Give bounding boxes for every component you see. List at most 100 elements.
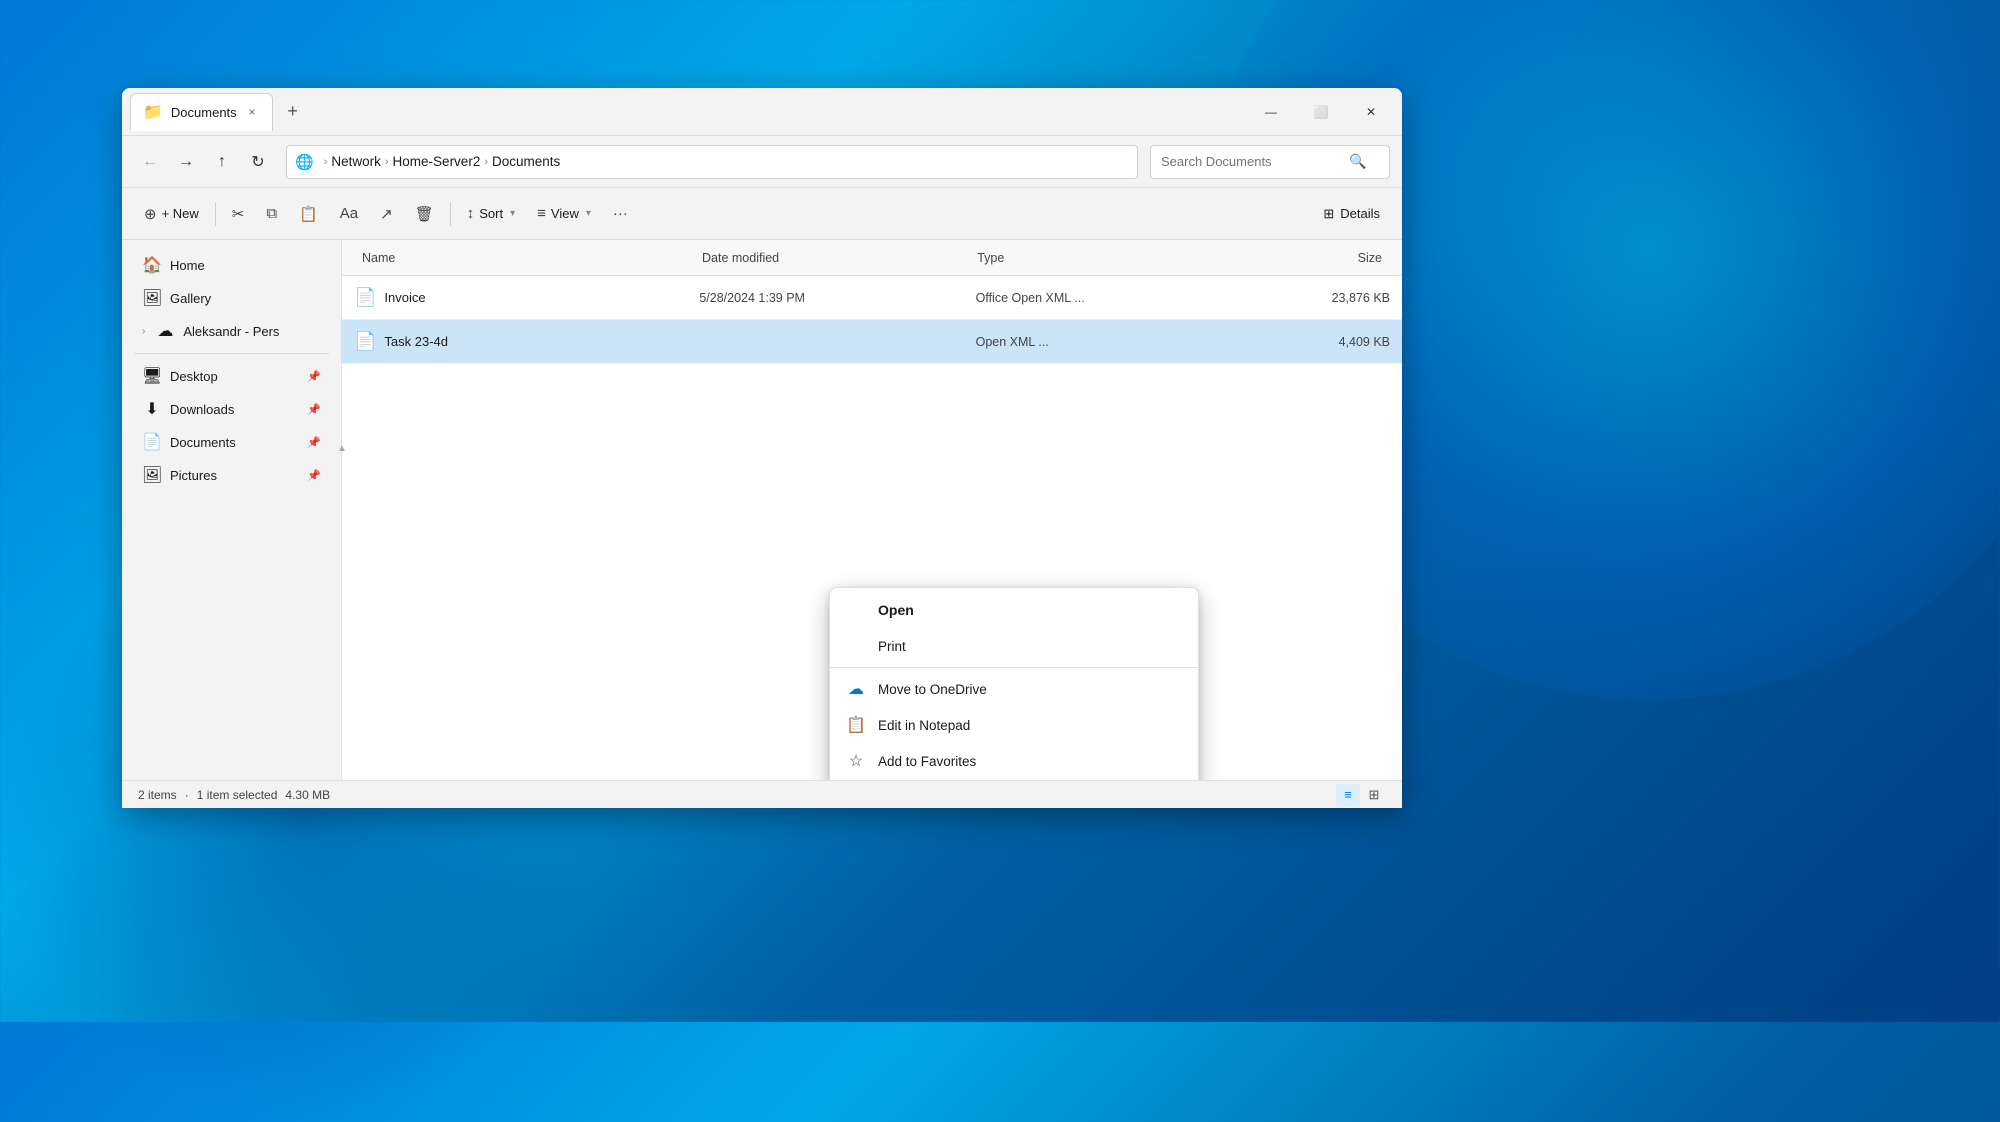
delete-button[interactable]: 🗑: [405, 197, 444, 231]
minimize-button[interactable]: —: [1248, 96, 1294, 128]
col-header-name[interactable]: Name: [354, 251, 694, 265]
new-button[interactable]: ⊕ + New: [134, 197, 209, 231]
file-row-invoice[interactable]: 📄 Invoice 5/28/2024 1:39 PM Office Open …: [342, 276, 1402, 320]
ctx-divider-1: [830, 667, 1198, 668]
address-chevron-1: ›: [385, 156, 389, 168]
sidebar-documents-label: Documents: [170, 435, 236, 450]
address-folder[interactable]: Documents: [492, 154, 560, 169]
new-tab-button[interactable]: +: [277, 96, 309, 128]
address-server[interactable]: Home-Server2: [393, 154, 481, 169]
copy-button[interactable]: ⧉: [256, 197, 287, 231]
sidebar-home-label: Home: [170, 258, 205, 273]
sidebar-item-desktop[interactable]: 🖥 Desktop 📌: [126, 360, 337, 392]
status-selection: 1 item selected: [197, 788, 278, 802]
file-col-name-task: 📄 Task 23-4d: [354, 331, 699, 352]
command-bar: ⊕ + New ✂ ⧉ 📋 Aa ↗ 🗑 ↕ Sort ▾ ≡ View: [122, 188, 1402, 240]
file-icon-invoice: 📄: [354, 287, 376, 308]
expand-arrow-icon: ›: [142, 326, 145, 337]
tab-folder-icon: 📁: [143, 102, 163, 122]
share-button[interactable]: ↗: [370, 197, 403, 231]
address-chevron-2: ›: [484, 156, 488, 168]
file-name-task: Task 23-4d: [384, 334, 448, 349]
col-header-date[interactable]: Date modified: [694, 251, 969, 265]
pictures-icon: 🖼: [142, 465, 162, 485]
ctx-open[interactable]: Open: [830, 592, 1198, 628]
view-grid-button[interactable]: ⊞: [1362, 784, 1386, 806]
file-list: Name Date modified Type Size 📄 Invoice 5…: [342, 240, 1402, 780]
ctx-onedrive[interactable]: ☁ Move to OneDrive: [830, 671, 1198, 707]
ctx-defender[interactable]: 🛡 Scan with Microsoft Defender...: [830, 779, 1198, 780]
file-row-task[interactable]: 📄 Task 23-4d Open XML ... 4,409 KB: [342, 320, 1402, 364]
paste-icon: 📋: [299, 205, 318, 223]
sidebar-onedrive-label: Aleksandr - Pers: [183, 324, 279, 339]
downloads-icon: ⬇: [142, 399, 162, 419]
maximize-button[interactable]: ⬜: [1298, 96, 1344, 128]
sidebar-item-documents[interactable]: 📄 Documents 📌: [126, 426, 337, 458]
ctx-favorites-icon: ☆: [846, 751, 866, 771]
sidebar-item-pictures[interactable]: 🖼 Pictures 📌: [126, 459, 337, 491]
details-button[interactable]: ⊞ Details: [1313, 200, 1390, 228]
ctx-onedrive-label: Move to OneDrive: [878, 682, 987, 697]
details-label: Details: [1340, 206, 1380, 221]
tab-close-button[interactable]: ×: [245, 103, 260, 121]
sidebar-desktop-label: Desktop: [170, 369, 218, 384]
gallery-icon: 🖼: [142, 288, 162, 308]
ctx-notepad[interactable]: 📋 Edit in Notepad: [830, 707, 1198, 743]
sidebar-item-gallery[interactable]: 🖼 Gallery: [126, 282, 337, 314]
status-item-count: 2 items: [138, 788, 177, 802]
new-icon: ⊕: [144, 205, 157, 223]
view-list-button[interactable]: ≡: [1336, 784, 1360, 806]
forward-button[interactable]: →: [170, 146, 202, 178]
cut-button[interactable]: ✂: [222, 197, 255, 231]
view-toggle: ≡ ⊞: [1336, 784, 1386, 806]
address-chevron-0: ›: [324, 156, 328, 168]
file-name-invoice: Invoice: [384, 290, 425, 305]
more-button[interactable]: ···: [603, 197, 638, 231]
up-button[interactable]: ↑: [206, 146, 238, 178]
cmd-separator-1: [215, 202, 216, 226]
sort-label: Sort: [479, 206, 503, 221]
tab-documents[interactable]: 📁 Documents ×: [130, 93, 273, 131]
sidebar-item-downloads[interactable]: ⬇ Downloads 📌: [126, 393, 337, 425]
ctx-favorites[interactable]: ☆ Add to Favorites: [830, 743, 1198, 779]
ctx-notepad-icon: 📋: [846, 715, 866, 735]
sidebar-collapse-handle[interactable]: ▲: [338, 240, 346, 780]
ctx-open-label: Open: [878, 602, 914, 618]
context-menu: Open Print ☁ Move to OneDrive 📋 Edit in …: [829, 587, 1199, 780]
search-input[interactable]: [1161, 154, 1341, 169]
sidebar-divider: [134, 353, 329, 354]
desktop-pin-icon: 📌: [307, 370, 321, 383]
tab-area: 📁 Documents × +: [130, 93, 1248, 131]
downloads-pin-icon: 📌: [307, 403, 321, 416]
home-icon: 🏠: [142, 255, 162, 275]
new-label: + New: [162, 206, 199, 221]
desktop-icon: 🖥: [142, 366, 162, 386]
col-header-type[interactable]: Type: [969, 251, 1244, 265]
window-controls: — ⬜ ✕: [1248, 96, 1394, 128]
more-icon: ···: [613, 205, 628, 222]
search-icon[interactable]: 🔍: [1349, 153, 1366, 170]
details-icon: ⊞: [1323, 206, 1334, 222]
back-button[interactable]: ←: [134, 146, 166, 178]
ctx-print[interactable]: Print: [830, 628, 1198, 664]
paste-button[interactable]: 📋: [289, 197, 328, 231]
close-button[interactable]: ✕: [1348, 96, 1394, 128]
ctx-notepad-label: Edit in Notepad: [878, 718, 970, 733]
sort-button[interactable]: ↕ Sort ▾: [457, 197, 525, 231]
view-button[interactable]: ≡ View ▾: [527, 197, 601, 231]
search-bar[interactable]: 🔍: [1150, 145, 1390, 179]
file-col-size-invoice: 23,876 KB: [1252, 291, 1390, 305]
rename-button[interactable]: Aa: [330, 197, 368, 231]
status-size: 4.30 MB: [285, 788, 330, 802]
content-area: 🏠 Home 🖼 Gallery › ☁ Aleksandr - Pers 🖥 …: [122, 240, 1402, 780]
col-header-size[interactable]: Size: [1244, 251, 1390, 265]
sidebar-item-onedrive[interactable]: › ☁ Aleksandr - Pers: [126, 315, 337, 347]
delete-icon: 🗑: [415, 205, 434, 223]
sidebar-item-home[interactable]: 🏠 Home: [126, 249, 337, 281]
sidebar-downloads-label: Downloads: [170, 402, 234, 417]
address-bar[interactable]: 🌐 › Network › Home-Server2 › Documents: [286, 145, 1138, 179]
status-bar: 2 items · 1 item selected 4.30 MB ≡ ⊞: [122, 780, 1402, 808]
view-label: View: [551, 206, 579, 221]
refresh-button[interactable]: ↻: [242, 146, 274, 178]
sort-icon: ↕: [467, 205, 475, 222]
